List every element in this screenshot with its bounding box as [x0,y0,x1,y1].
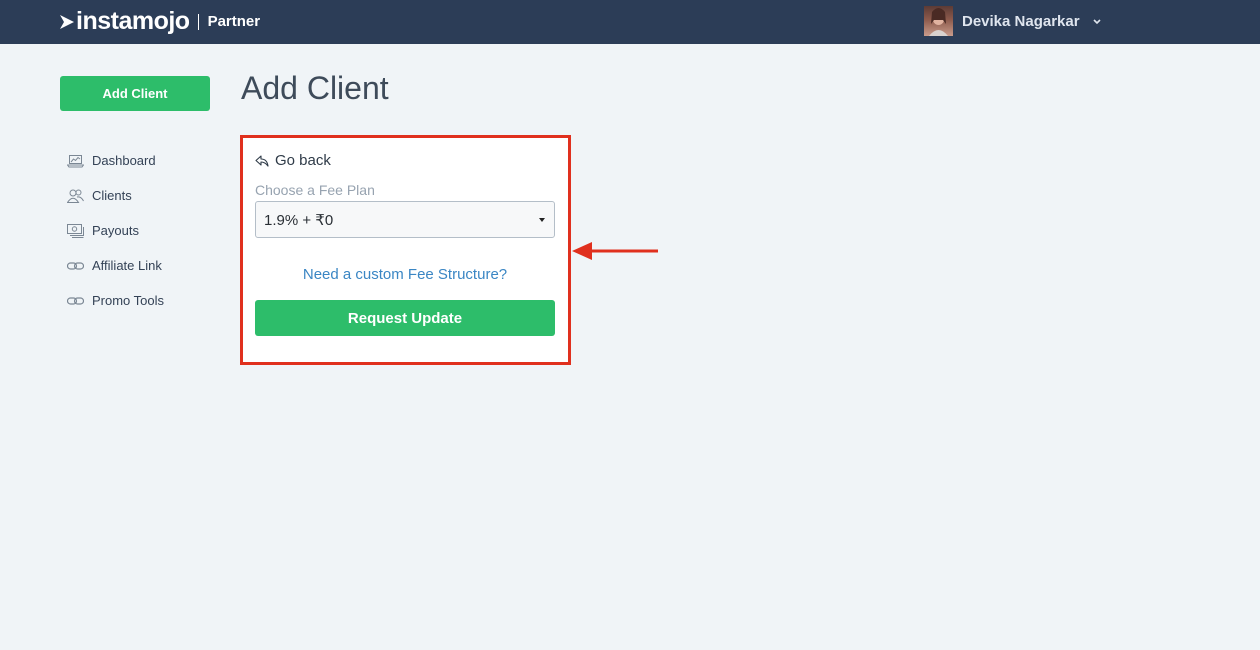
brand-name: instamojo [76,7,190,35]
add-client-button[interactable]: Add Client [60,76,210,111]
back-arrow-icon [255,154,269,167]
sidebar-item-label: Promo Tools [92,293,165,308]
sidebar: Add Client Dashboard Clients Payouts Aff… [60,76,210,318]
fee-plan-panel: Go back Choose a Fee Plan 1.9% + ₹0 Need… [240,135,571,365]
sidebar-item-promo-tools[interactable]: Promo Tools [60,283,210,318]
play-logo-icon [60,14,74,29]
fee-plan-label: Choose a Fee Plan [255,182,375,198]
page-title: Add Client [241,70,389,106]
sidebar-item-label: Payouts [92,223,139,238]
top-bar: instamojo Partner Devika Nagarkar [0,0,1260,44]
user-name: Devika Nagarkar [962,12,1080,30]
laptop-chart-icon [67,154,84,167]
user-menu[interactable]: Devika Nagarkar [924,6,1102,36]
caret-down-icon [539,218,545,222]
annotation-arrow-icon [572,242,658,260]
sidebar-item-label: Dashboard [92,153,156,168]
brand-divider [197,13,199,30]
payout-icon [67,223,84,238]
sidebar-item-label: Affiliate Link [92,258,162,273]
go-back-link[interactable]: Go back [255,152,331,169]
sidebar-item-affiliate-link[interactable]: Affiliate Link [60,248,210,283]
avatar [924,6,953,36]
go-back-label: Go back [275,152,331,169]
sidebar-item-payouts[interactable]: Payouts [60,213,210,248]
brand-logo[interactable]: instamojo Partner [60,9,260,34]
sidebar-nav: Dashboard Clients Payouts Affiliate Link… [60,143,210,318]
fee-plan-value: 1.9% + ₹0 [264,211,334,229]
sidebar-item-clients[interactable]: Clients [60,178,210,213]
link-icon [67,296,84,305]
request-update-button[interactable]: Request Update [255,300,555,336]
users-icon [67,189,84,203]
sidebar-item-dashboard[interactable]: Dashboard [60,143,210,178]
link-icon [67,261,84,270]
fee-plan-select[interactable]: 1.9% + ₹0 [255,201,555,238]
chevron-down-icon [1093,19,1101,25]
sidebar-item-label: Clients [92,188,132,203]
custom-fee-structure-link[interactable]: Need a custom Fee Structure? [255,266,555,283]
brand-section: Partner [207,13,261,30]
